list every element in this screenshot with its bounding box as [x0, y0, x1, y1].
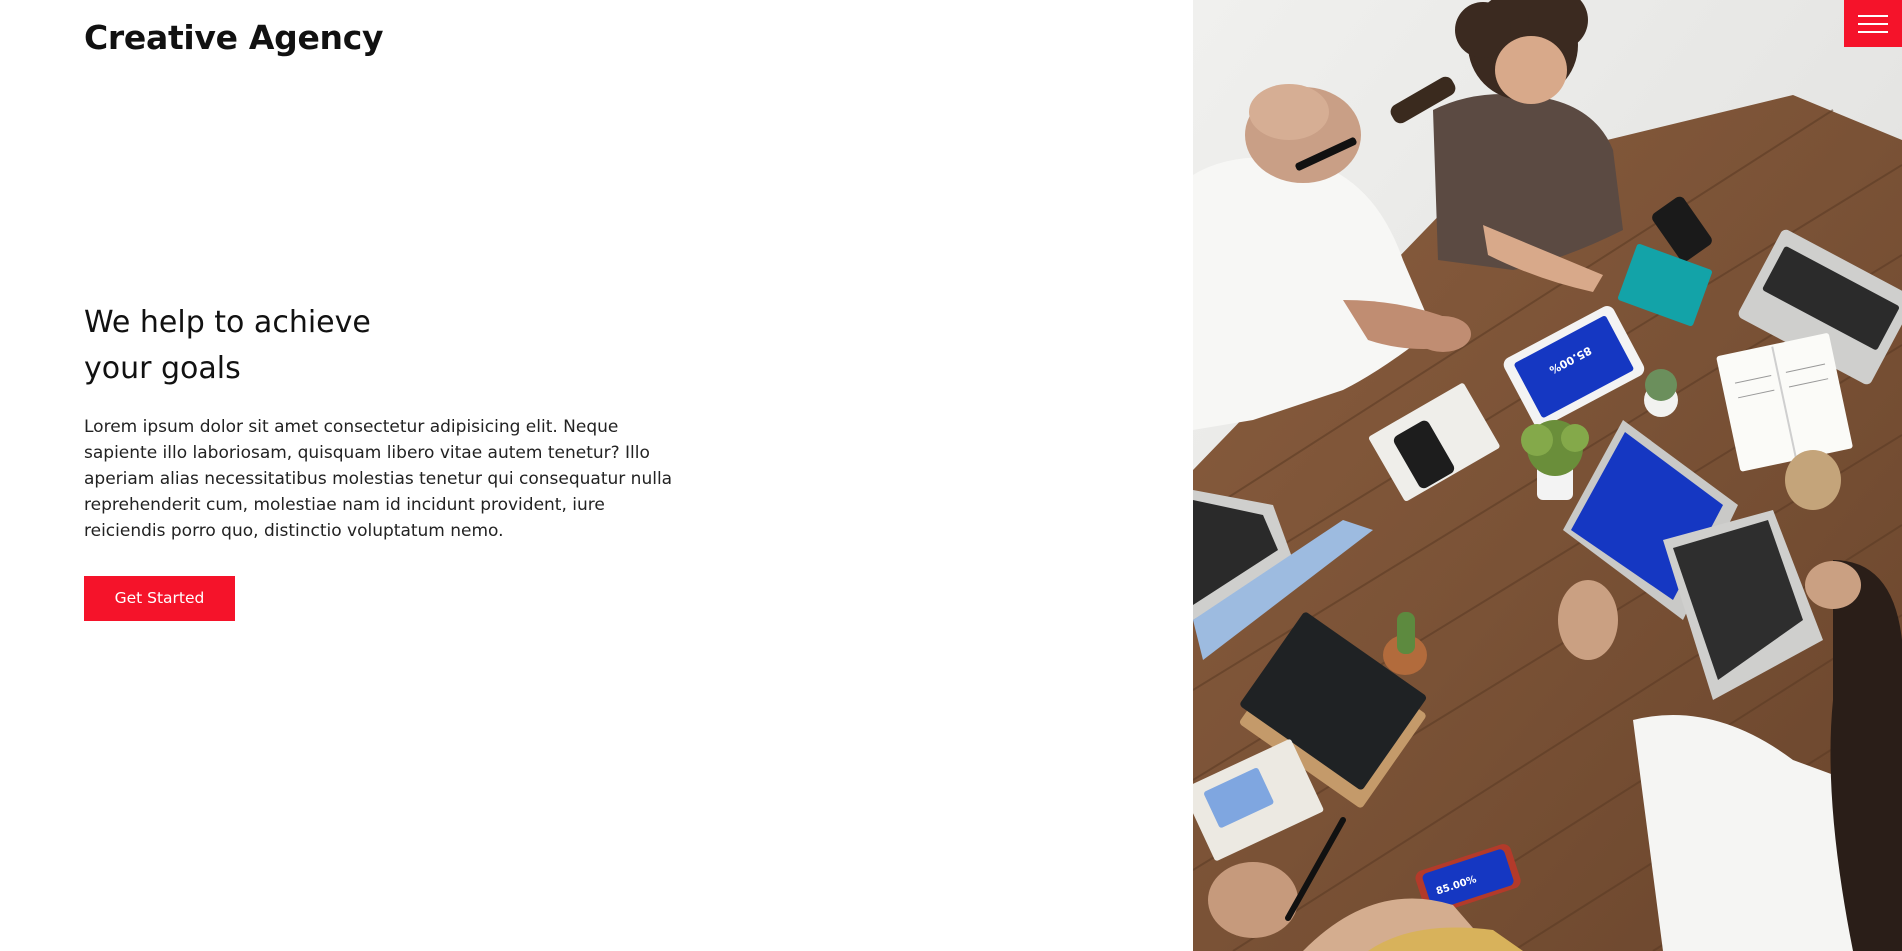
hamburger-menu-icon: [1858, 14, 1888, 33]
page: Creative Agency We help to achieve your …: [0, 0, 1902, 951]
brand-logo[interactable]: Creative Agency: [84, 18, 384, 57]
hero-heading-line-1: We help to achieve: [84, 305, 371, 340]
team-meeting-illustration: 85.00% 85.00%: [1193, 0, 1902, 951]
potted-succulent: [1644, 369, 1678, 417]
hero-body-text: Lorem ipsum dolor sit amet consectetur a…: [84, 417, 673, 541]
hero-photo: 85.00% 85.00%: [1193, 0, 1902, 951]
open-notebook: [1716, 333, 1853, 472]
hero-heading: We help to achieve your goals: [84, 300, 484, 392]
hero-section: We help to achieve your goals Lorem ipsu…: [84, 300, 684, 621]
get-started-button[interactable]: Get Started: [84, 576, 235, 621]
hero-heading-line-2: your goals: [84, 351, 241, 386]
menu-toggle-button[interactable]: [1844, 0, 1902, 47]
coffee-cup: [1785, 450, 1841, 510]
